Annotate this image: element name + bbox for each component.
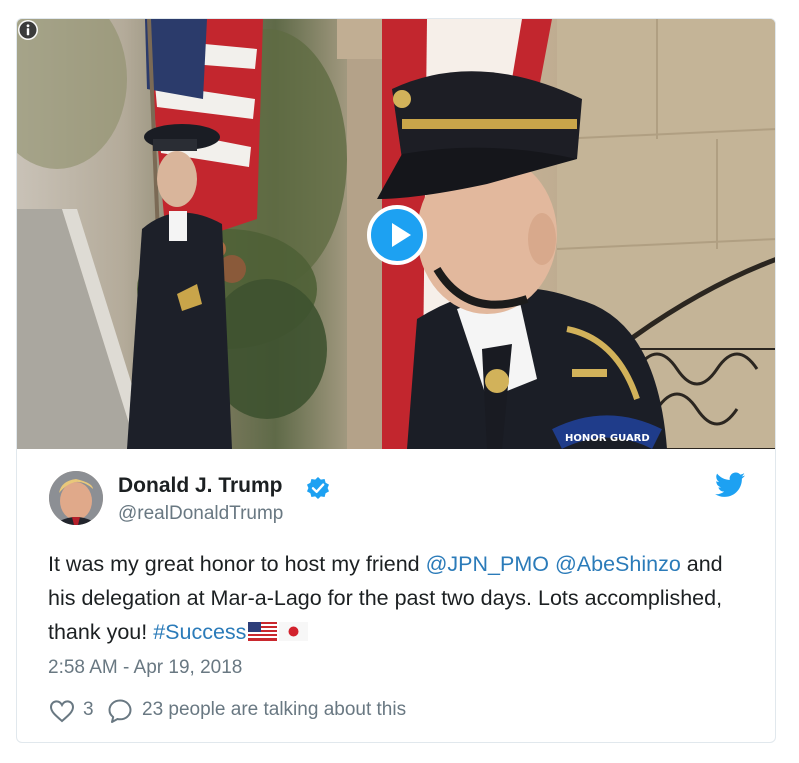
info-icon[interactable] [17, 19, 39, 41]
play-icon [392, 223, 411, 247]
talking-about-link[interactable]: 23 people are talking about this [142, 699, 406, 721]
avatar[interactable] [49, 471, 103, 525]
tweet-text-part: It was my great honor to host my friend [48, 552, 426, 576]
mention-link[interactable]: @AbeShinzo [555, 552, 681, 576]
heart-icon[interactable] [49, 699, 75, 723]
author-handle[interactable]: @realDonaldTrump [118, 503, 283, 525]
honor-guard-patch: HONOR GUARD [565, 433, 650, 444]
play-button[interactable] [367, 205, 427, 265]
speech-bubble-icon[interactable] [107, 698, 133, 724]
japan-flag-icon [279, 622, 309, 641]
profile-photo [49, 471, 103, 525]
hashtag-link[interactable]: #Success [153, 620, 246, 644]
tweet-timestamp[interactable]: 2:58 AM - Apr 19, 2018 [48, 657, 242, 679]
us-flag-icon [248, 622, 278, 641]
twitter-bird-icon[interactable] [715, 472, 745, 498]
tweet-card: HONOR GUARD Donald J. Trump @realDonaldT… [16, 18, 776, 743]
author-name[interactable]: Donald J. Trump [118, 474, 283, 498]
like-count: 3 [83, 699, 94, 720]
mention-link[interactable]: @JPN_PMO [426, 552, 549, 576]
verified-icon [307, 477, 329, 499]
video-thumbnail[interactable]: HONOR GUARD [17, 19, 775, 449]
tweet-text: It was my great honor to host my friend … [48, 547, 748, 649]
